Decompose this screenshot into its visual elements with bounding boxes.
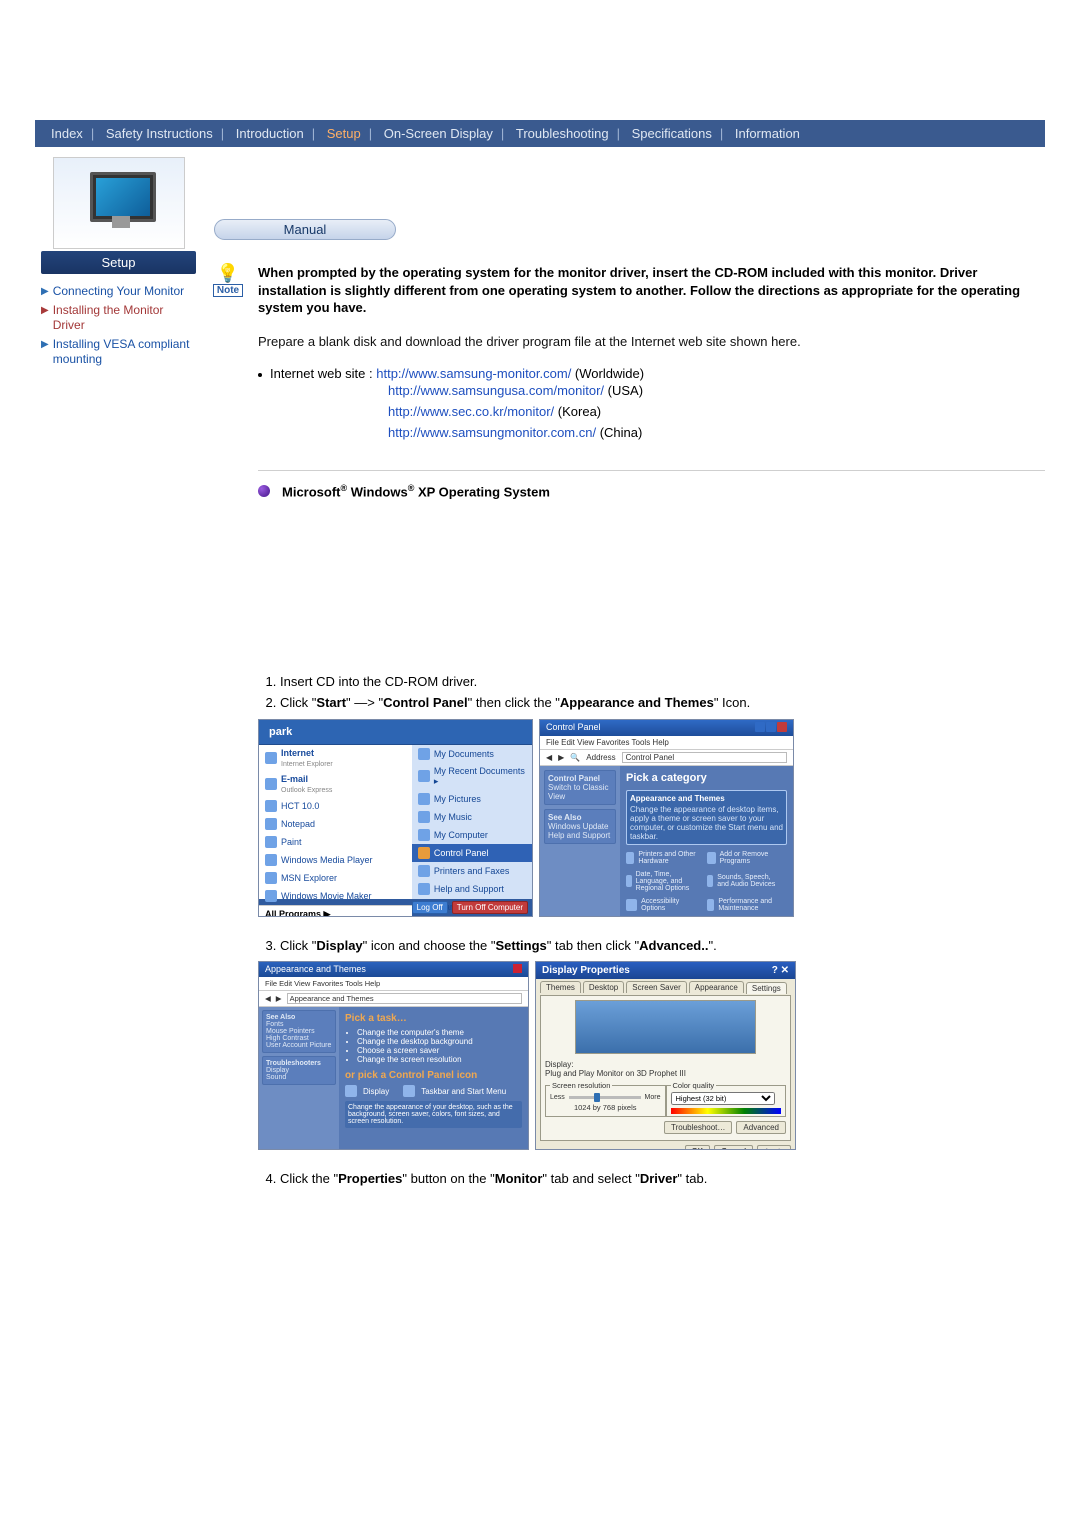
screenshot-start-menu: park InternetInternet Explorer E-mailOut… — [258, 719, 533, 917]
sidebar-links: ▶ Connecting Your Monitor ▶ Installing t… — [41, 282, 196, 369]
nav-info[interactable]: Information — [729, 126, 806, 141]
link-usa[interactable]: http://www.samsungusa.com/monitor/ — [388, 383, 604, 398]
separator — [258, 470, 1045, 471]
step2-screenshots: park InternetInternet Explorer E-mailOut… — [258, 719, 1045, 917]
start-menu-user: park — [259, 720, 532, 745]
display-icon-label[interactable]: Display — [363, 1087, 389, 1096]
dp-display-value: Plug and Play Monitor on 3D Prophet III — [545, 1069, 786, 1078]
color-quality-group: Color quality Highest (32 bit) — [666, 1081, 787, 1117]
setup-section-label: Setup — [41, 251, 196, 274]
section-bullet-icon — [258, 485, 270, 497]
manual-subtab[interactable]: Manual — [214, 219, 396, 240]
nav-setup[interactable]: Setup — [321, 126, 367, 141]
arrow-icon: ▶ — [41, 305, 49, 318]
at-menubar[interactable]: File Edit View Favorites Tools Help — [259, 977, 528, 991]
arrow-icon: ▶ — [41, 339, 49, 352]
arrow-icon: ▶ — [41, 286, 49, 299]
tab-screensaver[interactable]: Screen Saver — [626, 981, 686, 993]
screen-resolution-group: Screen resolution Less More 1024 by 768 … — [545, 1081, 666, 1117]
lightbulb-icon: 💡 — [210, 264, 246, 282]
os-heading: Microsoft® Windows® XP Operating System — [282, 483, 550, 499]
note-label: Note — [213, 284, 243, 297]
color-quality-select[interactable]: Highest (32 bit) — [671, 1092, 776, 1105]
product-thumb — [53, 157, 185, 249]
link-china[interactable]: http://www.samsungmonitor.com.cn/ — [388, 425, 596, 440]
turnoff-button[interactable]: Turn Off Computer — [452, 901, 528, 914]
note-plain-text: Prepare a blank disk and download the dr… — [258, 333, 1045, 351]
step-4: Click the "Properties" button on the "Mo… — [280, 1170, 1045, 1189]
advanced-button[interactable]: Advanced — [736, 1121, 786, 1134]
window-controls[interactable] — [513, 964, 522, 975]
screenshot-appearance-themes: Appearance and Themes File Edit View Fav… — [258, 961, 529, 1150]
step3-screenshots: Appearance and Themes File Edit View Fav… — [258, 961, 1045, 1150]
note-icon: 💡 Note — [210, 264, 246, 297]
steps-list: Insert CD into the CD-ROM driver. Click … — [258, 673, 1045, 713]
nav-index[interactable]: Index — [45, 126, 89, 141]
dp-tabs[interactable]: Themes Desktop Screen Saver Appearance S… — [536, 979, 795, 995]
tab-appearance[interactable]: Appearance — [689, 981, 744, 993]
dp-monitor-preview — [575, 1000, 756, 1054]
sidebar-link-installing-driver[interactable]: Installing the Monitor Driver — [53, 303, 196, 333]
step-2: Click "Start" —> "Control Panel" then cl… — [280, 694, 1045, 713]
nav-troubleshoot[interactable]: Troubleshooting — [510, 126, 615, 141]
tab-themes[interactable]: Themes — [540, 981, 581, 993]
nav-osd[interactable]: On-Screen Display — [378, 126, 499, 141]
left-sidebar: Setup ▶ Connecting Your Monitor ▶ Instal… — [35, 155, 202, 369]
content-area: Manual 💡 Note When prompted by the opera… — [202, 155, 1045, 1191]
troubleshoot-button[interactable]: Troubleshoot… — [664, 1121, 732, 1134]
link-worldwide[interactable]: http://www.samsung-monitor.com/ — [376, 366, 571, 381]
resolution-slider[interactable] — [569, 1096, 641, 1099]
sidebar-link-connecting[interactable]: Connecting Your Monitor — [53, 284, 184, 299]
link-korea[interactable]: http://www.sec.co.kr/monitor/ — [388, 404, 554, 419]
step-3: Click "Display" icon and choose the "Set… — [280, 937, 1045, 956]
tab-settings[interactable]: Settings — [746, 982, 787, 994]
apply-button[interactable]: Apply — [757, 1145, 791, 1150]
logoff-button[interactable]: Log Off — [412, 901, 448, 914]
screenshot-control-panel: Control Panel File Edit View Favorites T… — [539, 719, 794, 917]
top-nav: Index| Safety Instructions| Introduction… — [35, 120, 1045, 147]
cancel-button[interactable]: Cancel — [714, 1145, 753, 1150]
screenshot-display-properties: Display Properties ? ✕ Themes Desktop Sc… — [535, 961, 796, 1150]
internet-site-line: Internet web site : http://www.samsung-m… — [270, 366, 1045, 381]
cp-menubar[interactable]: File Edit View Favorites Tools Help — [540, 736, 793, 750]
tab-desktop[interactable]: Desktop — [583, 981, 624, 993]
note-bold-text: When prompted by the operating system fo… — [258, 264, 1045, 317]
window-controls[interactable]: ? ✕ — [772, 965, 789, 976]
nav-specs[interactable]: Specifications — [626, 126, 718, 141]
ok-button[interactable]: OK — [685, 1145, 711, 1150]
step-1: Insert CD into the CD-ROM driver. — [280, 673, 1045, 692]
window-controls[interactable] — [754, 722, 787, 734]
nav-safety[interactable]: Safety Instructions — [100, 126, 219, 141]
cp-appearance-themes[interactable]: Appearance and Themes Change the appeara… — [626, 790, 787, 845]
nav-intro[interactable]: Introduction — [230, 126, 310, 141]
bullet-icon — [258, 373, 262, 377]
steps-list-cont2: Click the "Properties" button on the "Mo… — [258, 1170, 1045, 1189]
all-programs[interactable]: All Programs ▶ — [259, 905, 412, 917]
sidebar-link-vesa[interactable]: Installing VESA compliant mounting — [53, 337, 196, 367]
display-icon[interactable] — [345, 1085, 357, 1097]
taskbar-start[interactable]: start — [259, 916, 532, 917]
steps-list-cont: Click "Display" icon and choose the "Set… — [258, 937, 1045, 956]
start-control-panel[interactable]: Control Panel — [412, 844, 532, 862]
